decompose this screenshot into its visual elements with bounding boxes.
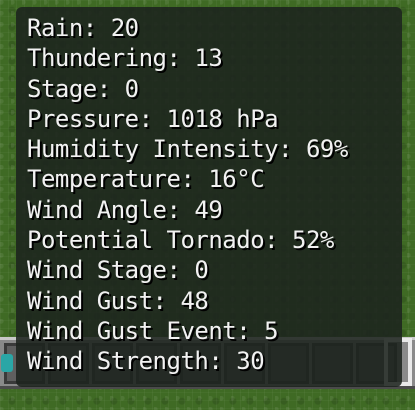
- humidity-line: Humidity Intensity: 69%: [27, 135, 348, 164]
- stage-line: Stage: 0: [27, 74, 139, 103]
- thundering-line: Thundering: 13: [27, 44, 223, 73]
- wind-gust-line: Wind Gust: 48: [27, 286, 209, 315]
- hotbar-slot[interactable]: [268, 343, 309, 384]
- hotbar-slot[interactable]: [224, 343, 265, 384]
- pressure-line: Pressure: 1018 hPa: [27, 104, 279, 133]
- weather-info-panel: Rain: 20 Thundering: 13 Stage: 0 Pressur…: [16, 7, 402, 387]
- hotbar-selector[interactable]: [384, 338, 412, 386]
- hotbar-slot[interactable]: [312, 343, 353, 384]
- hotbar-slot[interactable]: [180, 343, 221, 384]
- hotbar-slot[interactable]: [48, 343, 89, 384]
- hotbar-slot[interactable]: [92, 343, 133, 384]
- cyan-item-icon: [1, 354, 13, 372]
- hotbar: [0, 337, 415, 389]
- wind-angle-line: Wind Angle: 49: [27, 195, 223, 224]
- rain-line: Rain: 20: [27, 14, 139, 42]
- wind-stage-line: Wind Stage: 0: [27, 256, 209, 285]
- temperature-line: Temperature: 16°C: [27, 165, 265, 194]
- potential-tornado-line: Potential Tornado: 52%: [27, 226, 334, 255]
- hotbar-slot[interactable]: [136, 343, 177, 384]
